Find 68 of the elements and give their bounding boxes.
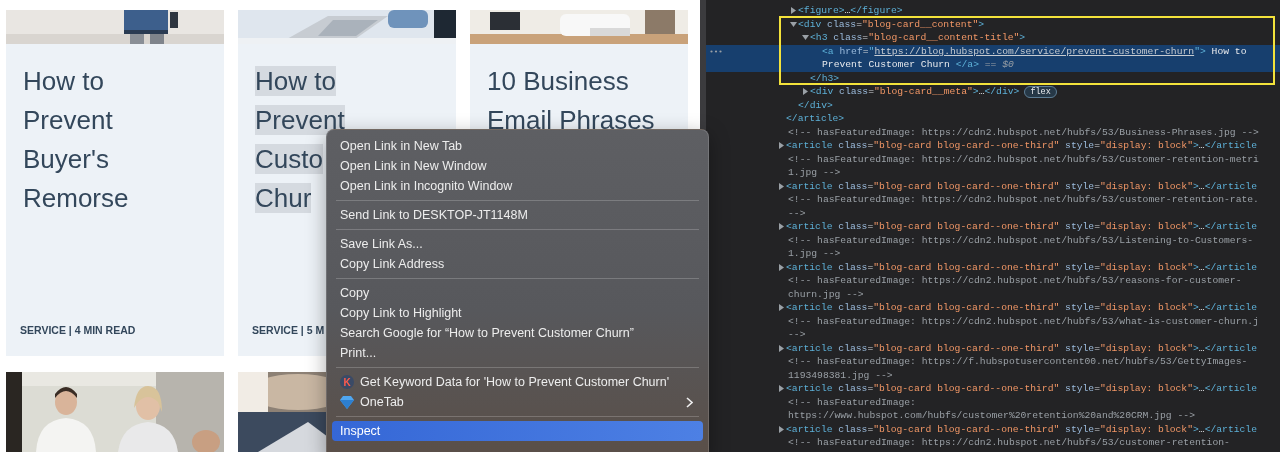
- code-comment: <!-- hasFeaturedImage: https://cdn2.hubspot.net/hubfs/53/Customer-retention-metri: [787, 153, 1259, 165]
- menu-item[interactable]: K Get Keyword Data for 'How to Prevent Customer Churn': [332, 372, 703, 392]
- code-comment: <!-- hasFeaturedImage: https://f.hubspotusercontent00.net/hubfs/53/GettyImages-: [787, 356, 1248, 368]
- code-line: <div class="blog-card__content">: [798, 18, 985, 30]
- disclosure-triangle-icon[interactable]: [778, 425, 785, 433]
- chevron-icon: [686, 396, 693, 408]
- code-line: <article class="blog-card blog-card--one-third" style="display: block">…</article: [786, 180, 1257, 192]
- code-comment: 1.jpg -->: [787, 167, 841, 179]
- disclosure-triangle-icon[interactable]: [790, 7, 797, 15]
- disclosure-triangle-icon[interactable]: [802, 34, 809, 42]
- code-line: <article class="blog-card blog-card--one-third" style="display: block">…</article: [786, 221, 1257, 233]
- menu-item[interactable]: Send Link to DESKTOP-JT1148M: [332, 205, 703, 225]
- code-line: <article class="blog-card blog-card--one-third" style="display: block">…</article: [786, 261, 1257, 273]
- flex-badge[interactable]: flex: [1024, 85, 1057, 98]
- disclosure-triangle-icon[interactable]: [802, 88, 809, 96]
- code-comment: -->: [787, 329, 806, 341]
- disclosure-triangle-icon[interactable]: [778, 263, 785, 271]
- code-comment: https://www.hubspot.com/hubfs/customer%20retention%20and%20CRM.jpg -->: [787, 410, 1195, 422]
- gem-icon: [340, 395, 354, 409]
- code-line: <article class="blog-card blog-card--one-third" style="display: block">…</article: [786, 342, 1257, 354]
- menu-item[interactable]: Open Link in Incognito Window: [332, 176, 703, 196]
- disclosure-triangle-icon[interactable]: [778, 223, 785, 231]
- code-comment: <!-- hasFeaturedImage: https://cdn2.hubspot.net/hubfs/53/Business-Phrases.jpg -->: [787, 126, 1259, 138]
- code-comment: churn.jpg -->: [787, 288, 864, 300]
- menu-item[interactable]: Print...: [332, 343, 703, 363]
- code-comment: <!-- hasFeaturedImage:: [787, 396, 916, 408]
- menu-item[interactable]: Open Link in New Window: [332, 156, 703, 176]
- code-line: </div>: [798, 99, 833, 111]
- code-line: <a href="https://blog.hubspot.com/service/prevent-customer-churn"> How to: [822, 45, 1247, 57]
- card-meta: SERVICE | 4 MIN READ: [20, 324, 136, 336]
- card-meta: SERVICE | 5 M: [252, 324, 325, 336]
- code-line: <article class="blog-card blog-card--one-third" style="display: block">…</article: [786, 302, 1257, 314]
- menu-item[interactable]: Open Link in New Tab: [332, 136, 703, 156]
- code-comment: <!-- hasFeaturedImage: https://cdn2.hubspot.net/hubfs/53/customer-retention-rate.: [787, 194, 1259, 206]
- code-line: <article class="blog-card blog-card--one-third" style="display: block">…</article: [786, 140, 1257, 152]
- code-line: Prevent Customer Churn </a> == $0: [822, 59, 1014, 71]
- disclosure-triangle-icon[interactable]: [778, 385, 785, 393]
- code-comment: <!-- hasFeaturedImage: https://cdn2.hubspot.net/hubfs/53/Listening-to-Customers-: [787, 234, 1254, 246]
- selected-row[interactable]: <a href="https://blog.hubspot.com/service/prevent-customer-churn"> How to: [706, 44, 1280, 58]
- code-line: <article class="blog-card blog-card--one-third" style="display: block">…</article: [786, 423, 1257, 435]
- code-line: <h3 class="blog-card__content-title">: [810, 32, 1026, 44]
- code-comment: -->: [787, 207, 806, 219]
- disclosure-triangle-icon[interactable]: [790, 20, 797, 28]
- code-comment: 1.jpg -->: [787, 248, 841, 260]
- code-line: <figure>…</figure>: [798, 5, 903, 17]
- card-title[interactable]: How to Prevent Buyer's Remorse: [23, 62, 129, 218]
- menu-item[interactable]: Search Google for “How to Prevent Customer Churn”: [332, 323, 703, 343]
- code-comment: 1193498381.jpg -->: [787, 369, 893, 381]
- disclosure-triangle-icon[interactable]: [778, 344, 785, 352]
- disclosure-triangle-icon[interactable]: [778, 182, 785, 190]
- disclosure-triangle-icon[interactable]: [778, 304, 785, 312]
- menu-item[interactable]: Copy Link Address: [332, 254, 703, 274]
- keyword-badge: K: [340, 375, 354, 389]
- menu-item[interactable]: Copy Link to Highlight: [332, 303, 703, 323]
- code-line: <div class="blog-card__meta">…</div>: [810, 86, 1020, 98]
- menu-item[interactable]: OneTab: [332, 392, 703, 412]
- more-icon[interactable]: [710, 49, 722, 53]
- code-comment: <!-- hasFeaturedImage: https://cdn2.hubspot.net/hubfs/53/what-is-customer-churn.j: [787, 315, 1259, 327]
- code-line: </article>: [786, 113, 845, 125]
- code-line: </h3>: [810, 72, 840, 84]
- menu-item[interactable]: Inspect: [332, 421, 703, 441]
- menu-item[interactable]: Copy: [332, 283, 703, 303]
- menu-item[interactable]: Save Link As...: [332, 234, 703, 254]
- disclosure-triangle-icon[interactable]: [778, 142, 785, 150]
- selected-row[interactable]: Prevent Customer Churn </a> == $0: [706, 58, 1280, 72]
- code-comment: <!-- hasFeaturedImage: https://cdn2.hubspot.net/hubfs/53/reasons-for-customer-: [787, 275, 1242, 287]
- code-line: <article class="blog-card blog-card--one-third" style="display: block">…</article: [786, 383, 1257, 395]
- code-comment: <!-- hasFeaturedImage: https://cdn2.hubspot.net/hubfs/53/customer-retention-: [787, 437, 1230, 449]
